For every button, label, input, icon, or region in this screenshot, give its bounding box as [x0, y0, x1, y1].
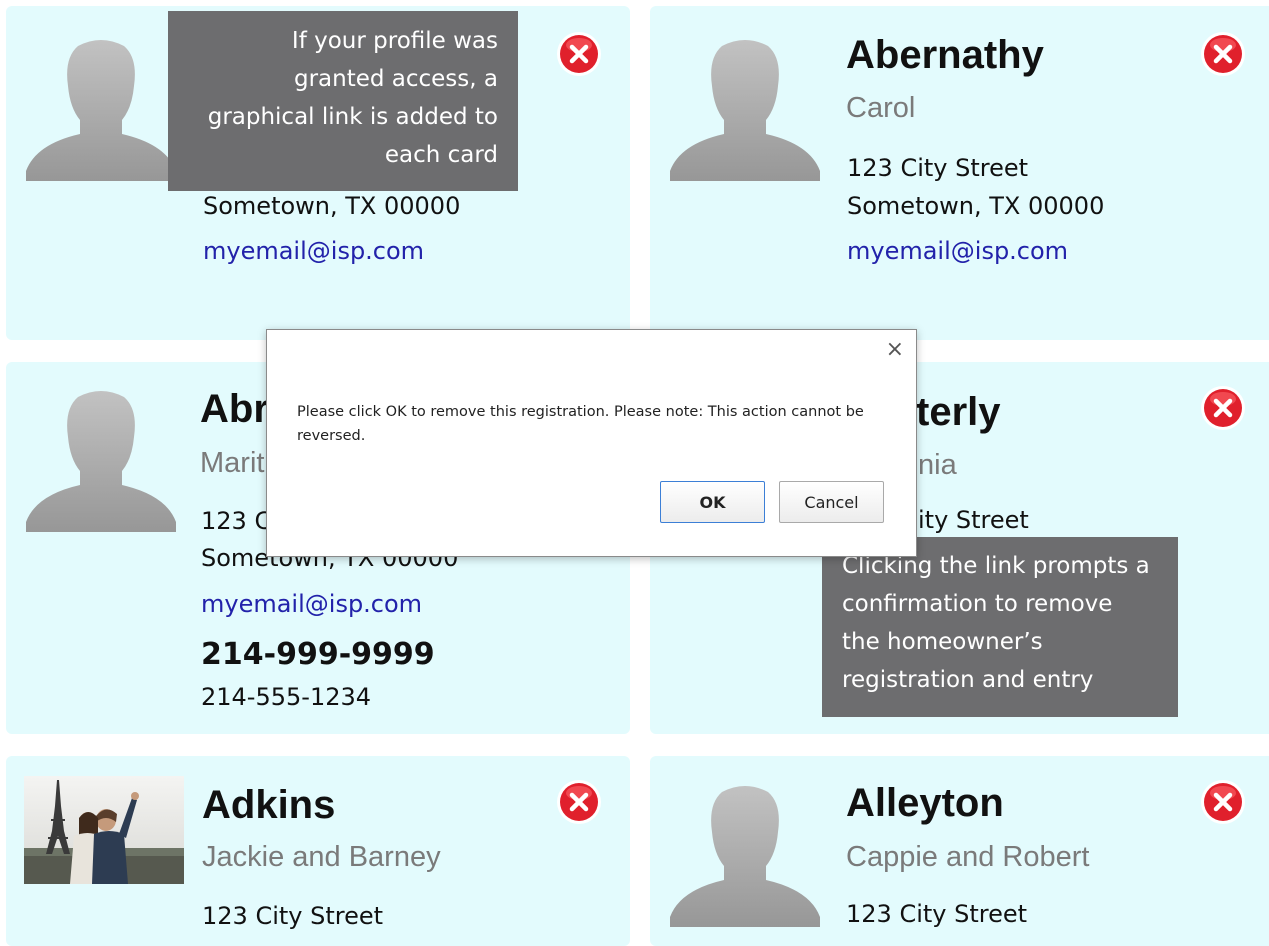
ok-button[interactable]: OK — [660, 481, 765, 523]
callout-line: granted access, a — [293, 66, 498, 92]
card-last-name: terly — [916, 390, 1001, 434]
remove-x-icon — [557, 32, 601, 76]
homeowner-card: Adkins Jackie and Barney 123 City Street — [6, 756, 630, 946]
callout-line: If your profile was — [291, 28, 498, 54]
cancel-button[interactable]: Cancel — [779, 481, 884, 523]
close-icon[interactable]: × — [886, 336, 904, 364]
card-first-name: Jackie and Barney — [202, 841, 441, 873]
card-last-name: Abr — [200, 387, 269, 431]
person-silhouette-icon — [26, 36, 176, 181]
remove-registration-button[interactable] — [1199, 778, 1247, 826]
card-address-street: 123 C — [201, 507, 272, 535]
card-address-street: 123 City Street — [847, 154, 1029, 182]
card-first-name: nia — [918, 449, 957, 481]
confirm-dialog: × Please click OK to remove this registr… — [266, 329, 917, 557]
remove-registration-button[interactable] — [1199, 30, 1247, 78]
remove-registration-button[interactable] — [555, 778, 603, 826]
callout-line: each card — [384, 142, 498, 168]
homeowner-photo — [24, 776, 184, 884]
callout-confirm-remove: Clicking the link prompts a confirmation… — [822, 537, 1178, 717]
card-address-street: ity Street — [918, 506, 1029, 534]
callout-line: graphical link is added to — [207, 104, 498, 130]
card-email-link[interactable]: myemail@isp.com — [203, 236, 424, 266]
callout-granted-access: If your profile was granted access, a gr… — [168, 11, 518, 191]
dialog-message: Please click OK to remove this registrat… — [297, 404, 864, 444]
person-silhouette-icon — [670, 782, 820, 927]
remove-x-icon — [1201, 780, 1245, 824]
remove-x-icon — [1201, 386, 1245, 430]
remove-x-icon — [1201, 32, 1245, 76]
person-silhouette-icon — [670, 36, 820, 181]
card-address-street: 123 City Street — [846, 900, 1028, 928]
card-address-street: 123 City Street — [202, 902, 384, 930]
card-first-name: Carol — [846, 92, 916, 124]
card-email-link[interactable]: myemail@isp.com — [847, 236, 1068, 266]
card-email-link[interactable]: myemail@isp.com — [201, 589, 422, 619]
card-last-name: Adkins — [202, 783, 336, 827]
callout-line: registration and entry — [842, 667, 1094, 693]
card-first-name: Marit — [200, 447, 265, 479]
callout-line: the homeowner’s — [842, 629, 1043, 655]
card-address-city: Sometown, TX 00000 — [847, 192, 1105, 220]
homeowner-card: Abernathy Carol 123 City Street Sometown… — [650, 6, 1269, 340]
card-phone-secondary: 214-555-1234 — [201, 683, 372, 711]
card-first-name: Cappie and Robert — [846, 841, 1090, 873]
person-silhouette-icon — [26, 387, 176, 532]
card-last-name: Abernathy — [846, 33, 1044, 77]
remove-registration-button[interactable] — [555, 30, 603, 78]
card-address-city: Sometown, TX 00000 — [203, 192, 461, 220]
remove-x-icon — [557, 780, 601, 824]
homeowner-card: Alleyton Cappie and Robert 123 City Stre… — [650, 756, 1269, 946]
card-last-name: Alleyton — [846, 781, 1004, 825]
card-phone-primary: 214-999-9999 — [201, 637, 435, 672]
remove-registration-button[interactable] — [1199, 384, 1247, 432]
callout-line: confirmation to remove — [842, 591, 1113, 617]
